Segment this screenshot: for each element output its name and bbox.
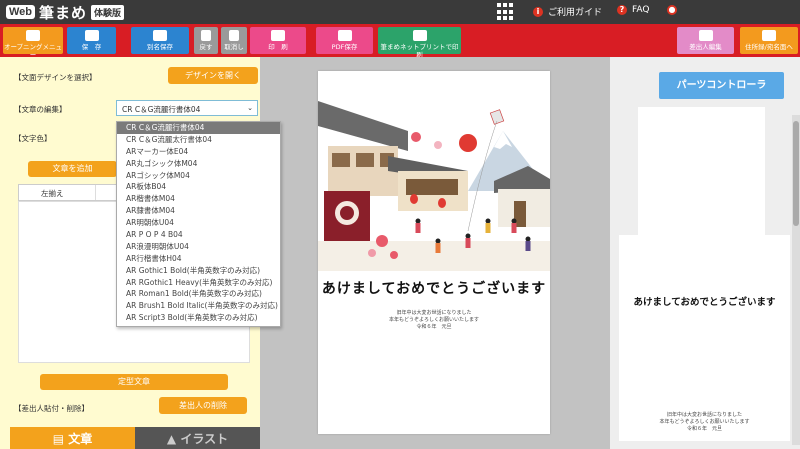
font-option[interactable]: ARマーカー体E04	[117, 146, 280, 158]
font-option[interactable]: AR Script3 Bold(半角英数字のみ対応)	[117, 312, 280, 324]
sender-edit-button[interactable]: 差出人編集	[677, 27, 734, 54]
text-color-label: 【文字色】	[14, 134, 52, 143]
add-text-button[interactable]: 文章を追加	[28, 161, 117, 177]
canvas-area: あけましておめでとうございます 旧年中は大変お世話になりました 本年もどうぞよろ…	[260, 57, 610, 449]
align-left-button[interactable]: 左揃え	[19, 185, 96, 200]
preview-scrollbar[interactable]	[792, 115, 800, 445]
trial-badge: 体験版	[91, 4, 125, 20]
address-side-button[interactable]: 住所録/宛名面へ	[740, 27, 798, 54]
preview-line-1: 旧年中は大変お世話になりました	[666, 412, 742, 418]
font-option[interactable]: AR Gothic1 Bold(半角英数字のみ対応)	[117, 265, 280, 277]
font-option[interactable]: AR明朝体U04	[117, 217, 280, 229]
truck-icon	[412, 30, 427, 41]
font-option[interactable]: AR浪漫明朝体U04	[117, 241, 280, 253]
user-icon: ●	[667, 5, 677, 15]
font-option[interactable]: AR隷書体M04	[117, 205, 280, 217]
save-button[interactable]: 保 存	[67, 27, 116, 54]
align-left-label: 左揃え	[41, 189, 64, 198]
app-logo[interactable]: Web 筆まめ 体験版	[6, 2, 125, 23]
card-line-1[interactable]: 旧年中は大変お世話になりました	[318, 309, 550, 316]
text-edit-label: 【文章の編集】	[14, 105, 67, 114]
logo-web-text: Web	[6, 5, 36, 19]
sender-label: 【差出人貼付・削除】	[14, 404, 89, 413]
cube-icon: ▲	[166, 432, 181, 446]
net-print-button[interactable]: 筆まめネットプリントで印刷	[378, 27, 461, 59]
printer-icon	[271, 30, 285, 41]
postcard-canvas[interactable]: あけましておめでとうございます 旧年中は大変お世話になりました 本年もどうぞよろ…	[318, 71, 550, 434]
guide-link[interactable]: i ご利用ガイド	[533, 5, 602, 18]
standard-text-button[interactable]: 定型文章	[40, 374, 228, 390]
font-option[interactable]: AR P O P 4 B04	[117, 229, 280, 241]
postcard-illustration	[318, 71, 550, 271]
redo-icon	[229, 30, 239, 41]
parts-controller-button[interactable]: パーツコントローラ	[659, 72, 784, 99]
delete-sender-button[interactable]: 差出人の削除	[159, 397, 247, 414]
tab-illust[interactable]: ▲ イラスト	[135, 427, 260, 449]
font-option[interactable]: CR C＆G流麗太行書体04	[117, 134, 280, 146]
tab-text[interactable]: ▤ 文章	[10, 427, 135, 449]
arrow-right-icon	[762, 30, 776, 41]
faq-label: FAQ	[632, 5, 650, 15]
scrollbar-thumb[interactable]	[793, 121, 799, 226]
guide-label: ご利用ガイド	[548, 8, 603, 18]
title-bar: Web 筆まめ 体験版 i ご利用ガイド ? FAQ ●	[0, 0, 800, 24]
font-option[interactable]: AR楷書体M04	[117, 193, 280, 205]
app-grid-icon[interactable]	[497, 3, 515, 21]
panel-tabs: ▤ 文章 ▲ イラスト	[10, 427, 260, 449]
font-option[interactable]: AR行楷書体H04	[117, 253, 280, 265]
undo-button[interactable]: 戻す	[194, 27, 218, 54]
font-select-value: CR C＆G流麗行書体04	[122, 105, 201, 114]
preview-line-3: 令和６年 元旦	[686, 426, 722, 432]
folder-save-as-icon	[153, 30, 167, 41]
save-as-button[interactable]: 別名保存	[131, 27, 189, 54]
logo-name-text: 筆まめ	[39, 3, 88, 22]
opening-menu-button[interactable]: オープニングメニュー	[3, 27, 63, 59]
design-label: 【文面デザインを選択】	[14, 73, 97, 82]
preview-card: あけましておめでとうございます 旧年中は大変お世話になりました 本年もどうぞよろ…	[619, 235, 790, 441]
font-option[interactable]: AR RGothic1 Heavy(半角英数字のみ対応)	[117, 277, 280, 289]
faq-link[interactable]: ? FAQ	[617, 5, 649, 15]
open-design-button[interactable]: デザインを開く	[168, 67, 258, 84]
info-icon: i	[533, 6, 543, 17]
preview-greeting: あけましておめでとうございます	[633, 297, 776, 308]
user-menu[interactable]: ●	[667, 5, 682, 15]
font-option[interactable]: CR C＆G流麗行書体04	[117, 122, 280, 134]
font-option[interactable]: AR板体B04	[117, 181, 280, 193]
font-option[interactable]: AR Brush1 Bold Italic(半角英数字のみ対応)	[117, 300, 280, 312]
card-line-2[interactable]: 本年もどうぞよろしくお願いいたします	[318, 316, 550, 323]
pdf-save-button[interactable]: PDF保存	[316, 27, 373, 54]
redo-button[interactable]: 取消し	[221, 27, 247, 54]
font-dropdown-list: CR C＆G流麗行書体04 CR C＆G流麗太行書体04 ARマーカー体E04 …	[116, 121, 281, 327]
document-icon: ▤	[52, 432, 69, 446]
font-select[interactable]: CR C＆G流麗行書体04 ⌄	[116, 100, 258, 116]
folder-save-icon	[84, 30, 99, 41]
card-greeting[interactable]: あけましておめでとうございます	[318, 278, 550, 298]
right-panel: パーツコントローラ あけましておめでとうございます 旧年中は大変お世話になりまし…	[610, 57, 800, 449]
font-option[interactable]: AR Roman1 Bold(半角英数字のみ対応)	[117, 288, 280, 300]
chevron-down-icon: ⌄	[247, 104, 253, 112]
font-option[interactable]: ARゴシック体M04	[117, 170, 280, 182]
pdf-icon	[337, 30, 352, 41]
person-icon	[698, 30, 713, 41]
print-button[interactable]: 印 刷	[250, 27, 306, 54]
undo-icon	[201, 30, 211, 41]
home-icon	[26, 30, 40, 41]
preview-line-2: 本年もどうぞよろしくお願いいたします	[659, 419, 750, 425]
preview-top	[638, 107, 765, 237]
font-option[interactable]: AR丸ゴシック体M04	[117, 158, 280, 170]
card-line-3[interactable]: 令和６年 元旦	[318, 323, 550, 330]
question-icon: ?	[617, 5, 627, 15]
main-toolbar: オープニングメニュー 保 存 別名保存 戻す 取消し 印 刷 PDF保存 筆まめ…	[0, 24, 800, 59]
